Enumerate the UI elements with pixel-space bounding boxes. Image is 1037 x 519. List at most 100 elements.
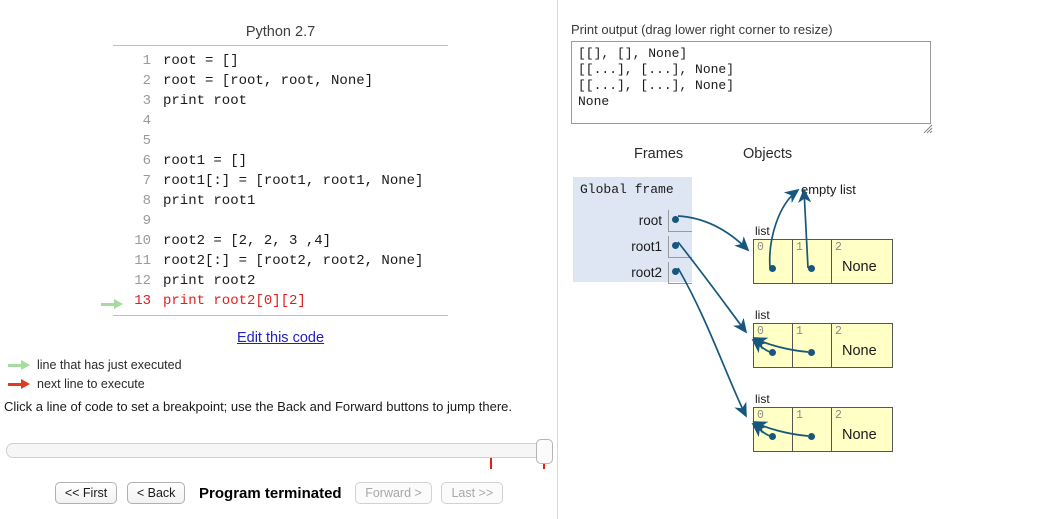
list-row: 0 1 2 None xyxy=(753,323,893,368)
line-number: 10 xyxy=(134,233,151,249)
line-number: 9 xyxy=(142,213,151,229)
list-cell: 1 xyxy=(792,323,832,368)
line-number: 2 xyxy=(142,73,151,89)
code-line[interactable]: 1 root = [] xyxy=(113,51,448,71)
line-number: 11 xyxy=(134,253,151,269)
line-number: 3 xyxy=(142,93,151,109)
line-code-text: print root2[0][2] xyxy=(163,293,306,309)
object-type-label: list xyxy=(755,392,770,406)
print-output-box: [[], [], None] [[...], [...], None] [[..… xyxy=(571,41,931,124)
code-line[interactable]: 11 root2[:] = [root2, root2, None] xyxy=(113,251,448,271)
line-number: 7 xyxy=(142,173,151,189)
last-button: Last >> xyxy=(441,482,504,504)
green-arrow-icon xyxy=(8,360,30,371)
variable-row-root: root xyxy=(580,210,692,236)
list-row: 0 1 2 None xyxy=(753,407,893,452)
code-line[interactable]: 9 xyxy=(113,211,448,231)
list-row: 0 1 2 None xyxy=(753,239,893,284)
code-line[interactable]: 6 root1 = [] xyxy=(113,151,448,171)
line-code-text: root2[:] = [root2, root2, None] xyxy=(163,253,424,269)
line-number: 5 xyxy=(142,133,151,149)
code-panel: Python 2.7 1 root = [] 2 root = [root, root… xyxy=(0,0,558,519)
red-arrow-icon xyxy=(8,379,30,390)
empty-list-annotation: empty list xyxy=(801,182,856,197)
legend-just-executed: line that has just executed xyxy=(8,357,182,373)
line-code-text: root = [root, root, None] xyxy=(163,73,374,89)
pointer-dot xyxy=(769,349,776,356)
list-cell-index: 1 xyxy=(796,409,803,422)
execution-status: Program terminated xyxy=(199,484,342,502)
variable-name: root1 xyxy=(631,239,662,254)
navigation-controls: << First < Back Program terminated Forwa… xyxy=(0,482,558,504)
variable-row-root2: root2 xyxy=(580,262,692,288)
pointer-dot xyxy=(808,433,815,440)
line-code-text: root1[:] = [root1, root1, None] xyxy=(163,173,424,189)
line-code-text: root1 = [] xyxy=(163,153,248,169)
resize-handle-icon[interactable] xyxy=(923,124,933,134)
code-line[interactable]: 13 print root2[0][2] xyxy=(101,291,448,311)
list-cell-index: 0 xyxy=(757,409,764,422)
list-cell-index: 0 xyxy=(757,241,764,254)
list-cell-index: 1 xyxy=(796,241,803,254)
variable-name: root xyxy=(638,213,662,228)
line-number: 8 xyxy=(142,193,151,209)
list-cell: 0 xyxy=(753,323,793,368)
list-cell: 0 xyxy=(753,239,793,284)
list-cell-index: 1 xyxy=(796,325,803,338)
line-number: 1 xyxy=(142,53,151,69)
back-button[interactable]: < Back xyxy=(126,482,186,504)
pointer-dot xyxy=(808,349,815,356)
list-cell: 2 None xyxy=(831,323,893,368)
list-cell-index: 2 xyxy=(835,409,842,422)
code-editor[interactable]: 1 root = [] 2 root = [root, root, None] 3 pri… xyxy=(101,45,448,316)
list-object: list 0 1 2 None xyxy=(753,308,893,368)
line-code-text: root = [] xyxy=(163,53,239,69)
code-line[interactable]: 10 root2 = [2, 2, 3 ,4] xyxy=(113,231,448,251)
pointer-dot xyxy=(769,433,776,440)
list-cell-value: None xyxy=(842,427,877,443)
variable-name: root2 xyxy=(631,265,662,280)
line-code-text: root2 = [2, 2, 3 ,4] xyxy=(163,233,332,249)
current-line-arrow-icon xyxy=(101,298,123,310)
pointer-dot xyxy=(672,242,679,249)
code-line[interactable]: 5 xyxy=(113,131,448,151)
pointer-dot xyxy=(672,268,679,275)
execution-slider-handle[interactable] xyxy=(536,439,553,464)
pointer-dot xyxy=(769,265,776,272)
variable-row-root1: root1 xyxy=(580,236,692,262)
edit-this-code-link[interactable]: Edit this code xyxy=(237,330,324,346)
edit-code-link-wrapper: Edit this code xyxy=(113,330,448,346)
pointer-dot xyxy=(808,265,815,272)
list-cells: 0 1 2 None xyxy=(753,323,893,368)
code-line[interactable]: 2 root = [root, root, None] xyxy=(113,71,448,91)
list-cell: 0 xyxy=(753,407,793,452)
code-line[interactable]: 4 xyxy=(113,111,448,131)
first-button[interactable]: << First xyxy=(54,482,118,504)
language-title: Python 2.7 xyxy=(245,24,316,40)
visualization-panel: Print output (drag lower right corner to… xyxy=(558,0,1037,519)
list-cell: 1 xyxy=(792,407,832,452)
code-line[interactable]: 8 print root1 xyxy=(113,191,448,211)
list-cells: 0 1 2 None xyxy=(753,239,893,284)
legend-next-line: next line to execute xyxy=(8,376,145,392)
list-cell: 2 None xyxy=(831,239,893,284)
breakpoint-instructions: Click a line of code to set a breakpoint… xyxy=(4,399,513,414)
code-line[interactable]: 3 print root xyxy=(113,91,448,111)
code-line[interactable]: 7 root1[:] = [root1, root1, None] xyxy=(113,171,448,191)
execution-slider-track[interactable] xyxy=(6,443,544,458)
objects-header: Objects xyxy=(743,146,793,162)
line-number: 6 xyxy=(142,153,151,169)
list-object: list 0 1 2 None xyxy=(753,224,893,284)
code-line[interactable]: 12 print root2 xyxy=(113,271,448,291)
list-cell-index: 2 xyxy=(835,325,842,338)
line-code-text: print root xyxy=(163,93,248,109)
list-cell: 2 None xyxy=(831,407,893,452)
line-number: 12 xyxy=(134,273,151,289)
list-object: list 0 1 2 None xyxy=(753,392,893,452)
line-code-text: print root2 xyxy=(163,273,256,289)
line-number: 13 xyxy=(134,293,151,309)
legend-next-line-label: next line to execute xyxy=(37,377,145,391)
line-code-text: print root1 xyxy=(163,193,256,209)
frames-header: Frames xyxy=(634,146,684,162)
legend-just-executed-label: line that has just executed xyxy=(37,358,182,372)
